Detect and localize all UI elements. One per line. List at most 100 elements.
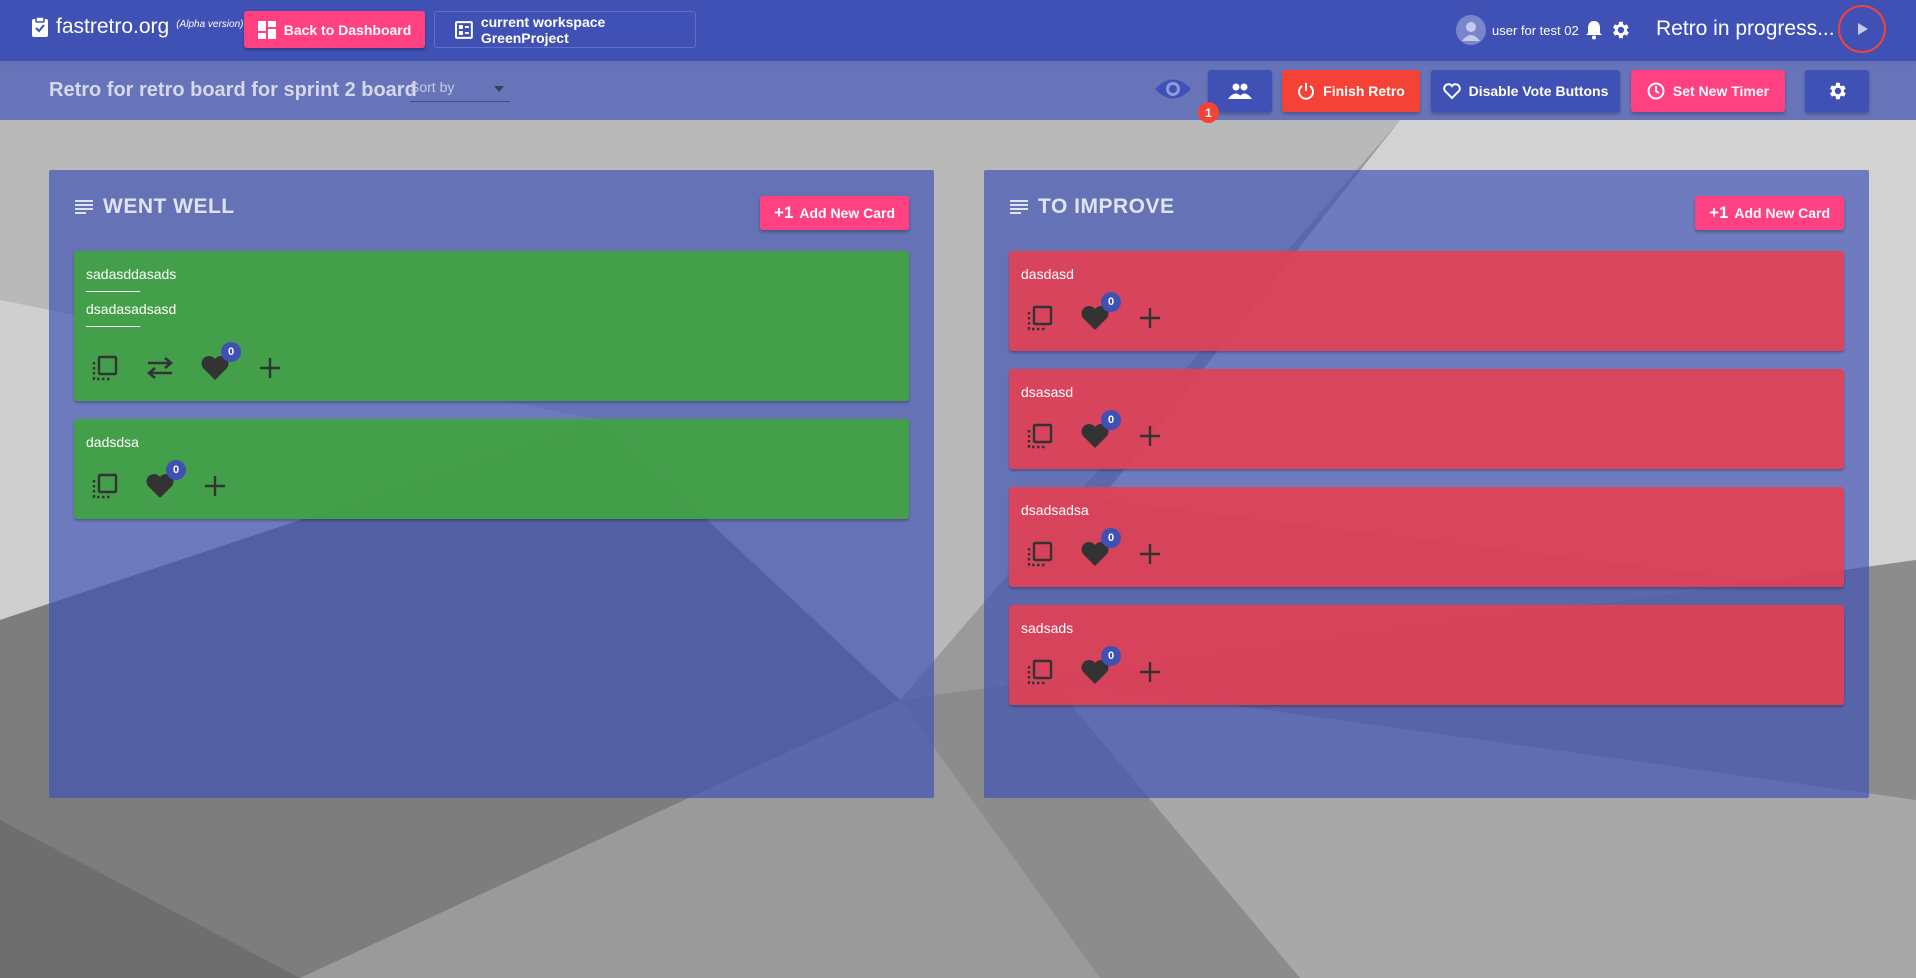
column-went-well: WENT WELL +1 Add New Card sadasddasads d… bbox=[49, 170, 934, 798]
user-name: user for test 02 bbox=[1492, 22, 1579, 38]
card-actions: 0 bbox=[1025, 646, 1190, 687]
brand-tag: (Alpha version) bbox=[176, 18, 244, 30]
card-text: dasdasd bbox=[1021, 266, 1074, 282]
vote-heart-icon[interactable]: 0 bbox=[1080, 292, 1121, 333]
card-actions: 0 bbox=[90, 460, 255, 501]
column-header: TO IMPROVE bbox=[1010, 195, 1174, 219]
workspace-label: current workspace GreenProject bbox=[480, 13, 606, 46]
set-new-timer-button[interactable]: Set New Timer bbox=[1631, 70, 1785, 112]
vote-count-badge: 0 bbox=[1101, 528, 1121, 548]
card[interactable]: dsasasd 0 bbox=[1009, 369, 1844, 469]
vote-count-badge: 0 bbox=[1101, 292, 1121, 312]
set-new-timer-label: Set New Timer bbox=[1672, 83, 1770, 99]
card[interactable]: dasdasd 0 bbox=[1009, 251, 1844, 351]
back-to-dashboard-label: Back to Dashboard bbox=[283, 21, 412, 38]
retro-status: Retro in progress... bbox=[1656, 17, 1835, 40]
user-menu[interactable]: user for test 02 bbox=[1456, 15, 1631, 45]
card-text: sadsads bbox=[1021, 620, 1074, 636]
vote-count-badge: 0 bbox=[1101, 646, 1121, 666]
dashboard-icon bbox=[257, 20, 276, 39]
clock-icon bbox=[1647, 82, 1665, 100]
column-title: WENT WELL bbox=[103, 195, 235, 218]
vote-heart-icon[interactable]: 0 bbox=[1080, 528, 1121, 569]
card[interactable]: dsadsadsa 0 bbox=[1009, 487, 1844, 587]
vote-count-badge: 0 bbox=[1101, 410, 1121, 430]
plus-one-icon: +1 bbox=[1708, 203, 1729, 222]
vote-count-badge: 0 bbox=[221, 342, 241, 362]
card-text: dsasasd bbox=[1021, 384, 1074, 400]
gear-icon[interactable] bbox=[1609, 19, 1631, 41]
add-new-card-label: Add New Card bbox=[799, 205, 896, 221]
power-icon bbox=[1298, 83, 1315, 100]
column-header: WENT WELL bbox=[75, 195, 235, 219]
workspace-button[interactable]: current workspace GreenProject bbox=[434, 11, 696, 48]
group-card-icon[interactable] bbox=[1025, 303, 1055, 333]
avatar bbox=[1456, 15, 1486, 45]
sort-by-placeholder: Sort by bbox=[410, 79, 455, 95]
finish-retro-label: Finish Retro bbox=[1323, 83, 1405, 99]
card-actions: 0 bbox=[1025, 292, 1190, 333]
vote-heart-icon[interactable]: 0 bbox=[1080, 646, 1121, 687]
add-icon[interactable] bbox=[1135, 657, 1165, 687]
card[interactable]: dadsdsa 0 bbox=[74, 419, 909, 519]
board-title: Retro for retro board for sprint 2 board bbox=[49, 79, 417, 101]
clipboard-check-icon bbox=[32, 16, 48, 37]
card-text: sadasddasads bbox=[86, 266, 177, 282]
vote-count-badge: 0 bbox=[166, 460, 186, 480]
add-new-card-label: Add New Card bbox=[1734, 205, 1831, 221]
card-actions: 0 bbox=[1025, 410, 1190, 451]
vote-heart-icon[interactable]: 0 bbox=[145, 460, 186, 501]
notes-icon bbox=[75, 200, 93, 214]
card-text: dsadasadsasd bbox=[86, 301, 177, 317]
card[interactable]: sadsads 0 bbox=[1009, 605, 1844, 705]
user-avatar-icon bbox=[1462, 22, 1480, 41]
card[interactable]: sadasddasads dsadasadsasd 0 bbox=[74, 251, 909, 401]
group-card-icon[interactable] bbox=[90, 471, 120, 501]
brand[interactable]: fastretro.org (Alpha version) bbox=[30, 15, 243, 39]
card-text: dsadsadsa bbox=[1021, 502, 1089, 518]
card-text: dadsdsa bbox=[86, 434, 139, 450]
board-settings-button[interactable] bbox=[1805, 70, 1869, 112]
add-icon[interactable] bbox=[200, 471, 230, 501]
group-card-icon[interactable] bbox=[1025, 539, 1055, 569]
add-new-card-button[interactable]: +1 Add New Card bbox=[1695, 196, 1844, 230]
card-actions: 0 bbox=[90, 342, 310, 383]
gear-icon bbox=[1830, 82, 1846, 100]
disable-vote-buttons-button[interactable]: Disable Vote Buttons bbox=[1431, 70, 1620, 112]
bell-icon[interactable] bbox=[1585, 20, 1603, 40]
column-title: TO IMPROVE bbox=[1038, 195, 1175, 218]
heart-outline-icon bbox=[1442, 82, 1461, 99]
notes-icon bbox=[1010, 200, 1028, 214]
participants-button[interactable] bbox=[1208, 70, 1272, 112]
card-divider bbox=[86, 326, 140, 327]
top-app-bar: fastretro.org (Alpha version) Back to Da… bbox=[0, 0, 1916, 61]
board-toolbar: Retro for retro board for sprint 2 board… bbox=[0, 61, 1916, 123]
chevron-down-icon bbox=[494, 86, 504, 92]
sort-by-select[interactable]: Sort by bbox=[410, 79, 510, 102]
card-divider bbox=[86, 291, 140, 292]
group-card-icon[interactable] bbox=[1025, 657, 1055, 687]
add-icon[interactable] bbox=[255, 353, 285, 383]
finish-retro-button[interactable]: Finish Retro bbox=[1282, 70, 1420, 112]
back-to-dashboard-button[interactable]: Back to Dashboard bbox=[244, 11, 425, 48]
group-card-icon[interactable] bbox=[90, 353, 120, 383]
add-icon[interactable] bbox=[1135, 539, 1165, 569]
people-icon bbox=[1228, 83, 1252, 99]
swap-icon[interactable] bbox=[145, 353, 175, 383]
vote-heart-icon[interactable]: 0 bbox=[200, 342, 241, 383]
disable-vote-buttons-label: Disable Vote Buttons bbox=[1468, 83, 1609, 99]
add-icon[interactable] bbox=[1135, 421, 1165, 451]
add-new-card-button[interactable]: +1 Add New Card bbox=[760, 196, 909, 230]
eye-icon[interactable] bbox=[1154, 76, 1192, 102]
workspace-icon bbox=[455, 20, 473, 39]
card-actions: 0 bbox=[1025, 528, 1190, 569]
vote-heart-icon[interactable]: 0 bbox=[1080, 410, 1121, 451]
group-card-icon[interactable] bbox=[1025, 421, 1055, 451]
viewers-count-badge: 1 bbox=[1198, 102, 1219, 123]
brand-name: fastretro.org bbox=[56, 15, 170, 38]
add-icon[interactable] bbox=[1135, 303, 1165, 333]
play-icon bbox=[1858, 23, 1868, 35]
plus-one-icon: +1 bbox=[773, 203, 794, 222]
column-to-improve: TO IMPROVE +1 Add New Card dasdasd 0 dsa… bbox=[984, 170, 1869, 798]
play-button[interactable] bbox=[1838, 5, 1886, 53]
